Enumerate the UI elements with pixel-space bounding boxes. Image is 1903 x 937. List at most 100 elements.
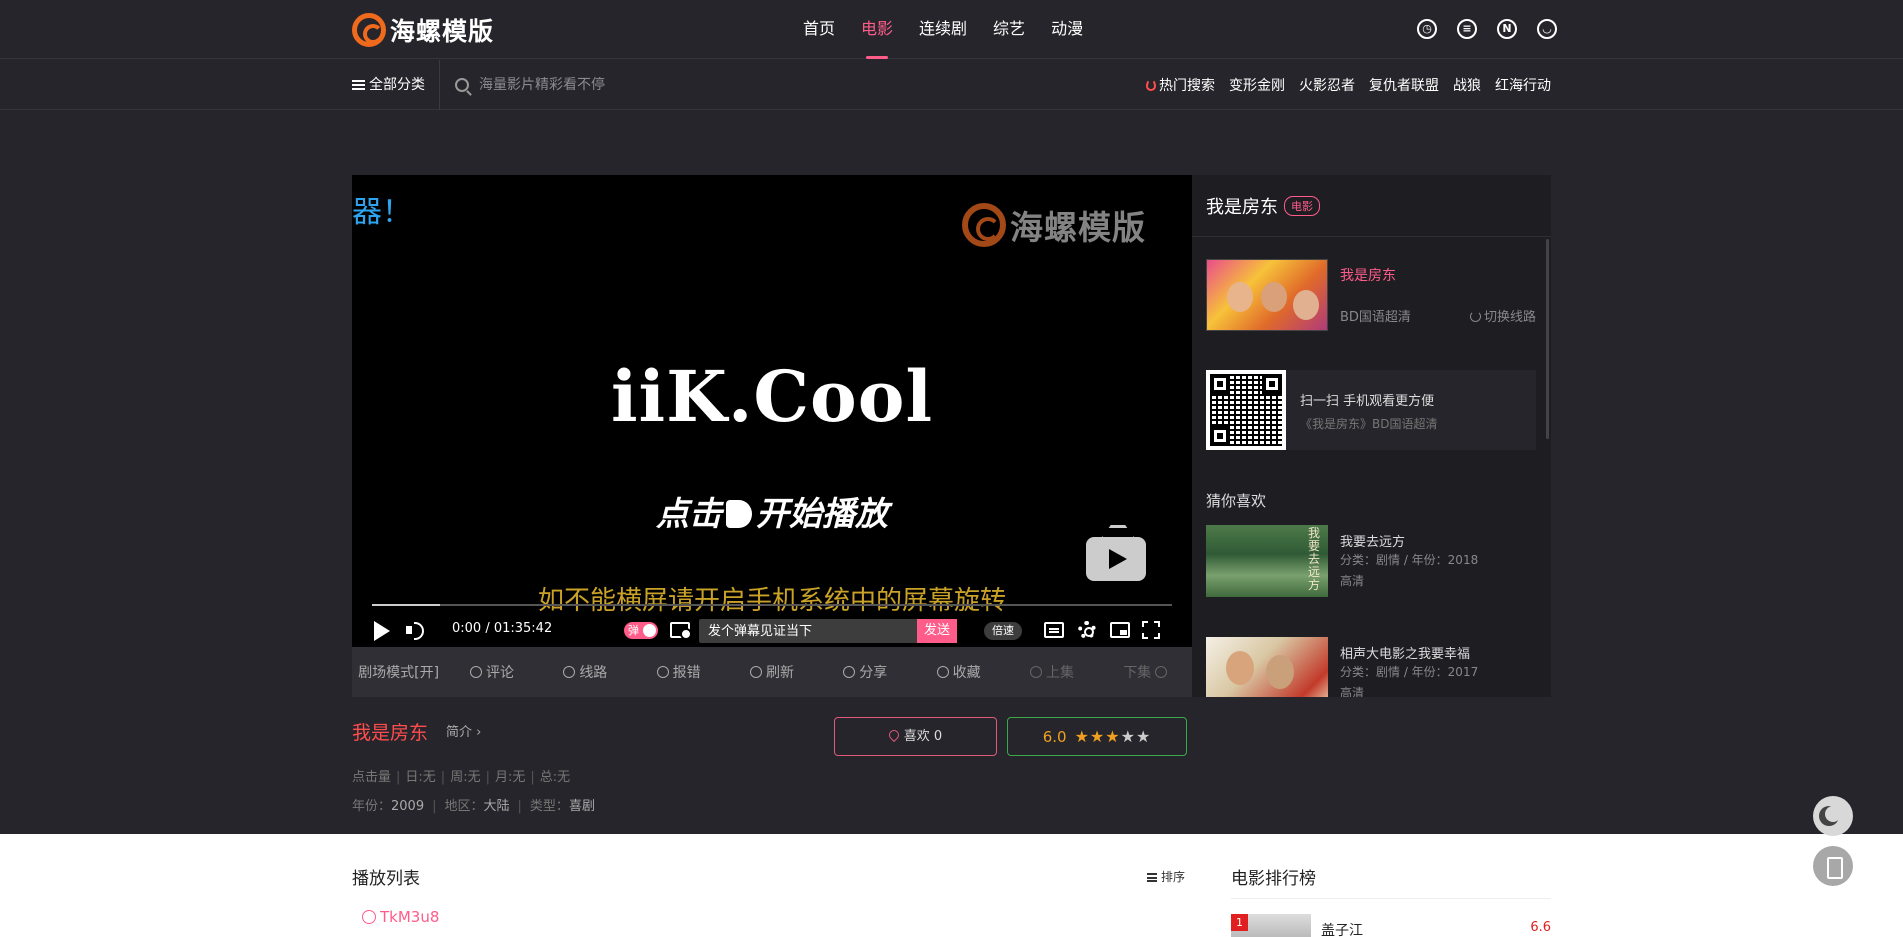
recommend-title: 相声大电影之我要幸福 bbox=[1340, 647, 1471, 662]
ranking-title: 电影排行榜 bbox=[1231, 869, 1316, 889]
video-meta: 年份：2009 | 地区：大陆 | 类型：喜剧 bbox=[352, 799, 595, 814]
click-to-play[interactable]: 点击 开始播放 bbox=[352, 487, 1192, 535]
like-button[interactable]: 喜欢 0 bbox=[834, 717, 997, 756]
action-bar: 剧场模式[开] 评论 线路 报错 刷新 分享 收藏 上集 下集 bbox=[352, 647, 1192, 697]
tv-play-icon[interactable] bbox=[1086, 537, 1146, 581]
comment-icon bbox=[469, 666, 482, 678]
report-button[interactable]: 报错 bbox=[632, 662, 725, 682]
ranking-item[interactable]: 1 盖子江 6.6 bbox=[1231, 914, 1551, 937]
refresh-button[interactable]: 刷新 bbox=[725, 662, 818, 682]
share-button[interactable]: 分享 bbox=[819, 662, 912, 682]
rank-score: 6.6 bbox=[1530, 920, 1551, 935]
watermark-text: 海螺模版 bbox=[1010, 208, 1146, 247]
prev-icon bbox=[1029, 666, 1042, 678]
video-player[interactable]: 器！ 海螺模版 iiK.Cool 点击 开始播放 如不能横屏请开启手机系统中的屏幕… bbox=[352, 175, 1192, 647]
nav-home[interactable]: 首页 bbox=[790, 0, 848, 59]
current-episode[interactable]: 我是房东 BD国语超清 切换线路 bbox=[1206, 259, 1536, 331]
qr-box: 扫一扫 手机观看更方便 《我是房东》BD国语超清 bbox=[1206, 370, 1536, 450]
menu-icon bbox=[352, 78, 365, 92]
side-scrollbar[interactable] bbox=[1546, 239, 1549, 439]
player-controls: 0:00 / 01:35:42 弹 发送 倍速 bbox=[352, 611, 1192, 647]
search-icon[interactable] bbox=[455, 78, 469, 92]
view-stats: 点击量 | 日:无 | 周:无 | 月:无 | 总:无 bbox=[352, 770, 571, 785]
danmu-settings-icon[interactable] bbox=[670, 622, 692, 640]
category-tag: 电影 bbox=[1284, 196, 1320, 216]
heart-icon bbox=[886, 727, 901, 743]
hot-term[interactable]: 变形金刚 bbox=[1229, 75, 1285, 95]
hot-search: 热门搜索 变形金刚 火影忍者 复仇者联盟 战狼 红海行动 bbox=[1146, 60, 1551, 110]
history-icon[interactable]: ◷ bbox=[1417, 19, 1437, 39]
qr-line2: 《我是房东》BD国语超清 bbox=[1300, 417, 1438, 431]
nav-movie[interactable]: 电影 bbox=[848, 0, 906, 59]
sort-icon bbox=[1147, 873, 1157, 882]
gear-icon[interactable] bbox=[1078, 621, 1096, 639]
favorite-button[interactable]: 收藏 bbox=[912, 662, 1005, 682]
recommend-quality: 高清 bbox=[1340, 574, 1365, 588]
danmu-toggle[interactable]: 弹 bbox=[624, 622, 658, 639]
pip-icon[interactable] bbox=[1110, 622, 1130, 638]
recommend-quality: 高清 bbox=[1340, 686, 1365, 697]
lower-section: 播放列表 排序 TkM3u8 电影排行榜 1 盖子江 6.6 bbox=[0, 834, 1903, 937]
speed-button[interactable]: 倍速 bbox=[984, 622, 1022, 640]
recommend-title: 我要去远方 bbox=[1340, 535, 1406, 550]
recommend-meta: 分类：剧情 / 年份：2018 bbox=[1340, 553, 1479, 567]
header-icons: ◷ ≡ N ◡ bbox=[1417, 19, 1557, 39]
star-empty-icon: ★ bbox=[1135, 727, 1152, 746]
phone-icon[interactable] bbox=[1813, 846, 1853, 886]
time-display: 0:00 / 01:35:42 bbox=[452, 621, 553, 636]
nav-anime[interactable]: 动漫 bbox=[1038, 0, 1096, 59]
next-episode-button[interactable]: 下集 bbox=[1099, 662, 1192, 682]
intro-link[interactable]: 简介 › bbox=[446, 721, 481, 740]
qr-line1: 扫一扫 手机观看更方便 bbox=[1300, 394, 1435, 409]
play-icon[interactable] bbox=[374, 621, 390, 641]
route-button[interactable]: 线路 bbox=[539, 662, 632, 682]
recommend-thumbnail bbox=[1206, 637, 1328, 697]
site-logo[interactable]: 海螺模版 bbox=[352, 12, 494, 48]
progress-bar[interactable] bbox=[372, 604, 1172, 606]
notice-icon[interactable]: N bbox=[1497, 19, 1517, 39]
comment-button[interactable]: 评论 bbox=[445, 662, 538, 682]
message-icon[interactable]: ≡ bbox=[1457, 19, 1477, 39]
logo-icon bbox=[352, 13, 386, 47]
main-nav: 首页 电影 连续剧 综艺 动漫 bbox=[790, 0, 1096, 59]
fullscreen-icon[interactable] bbox=[1142, 621, 1160, 639]
hot-term[interactable]: 复仇者联盟 bbox=[1369, 75, 1439, 95]
nav-variety[interactable]: 综艺 bbox=[980, 0, 1038, 59]
moon-icon[interactable] bbox=[1813, 796, 1853, 836]
danmu-input[interactable] bbox=[699, 619, 917, 643]
all-categories-button[interactable]: 全部分类 bbox=[352, 60, 440, 110]
sort-button[interactable]: 排序 bbox=[1147, 868, 1185, 885]
logo-text: 海螺模版 bbox=[390, 17, 495, 46]
chevron-right-icon: › bbox=[476, 725, 482, 740]
user-icon[interactable]: ◡ bbox=[1537, 19, 1557, 39]
recommend-item[interactable]: 我要去远方 分类：剧情 / 年份：2018 高清 bbox=[1206, 525, 1536, 597]
player-brand-text: iiK.Cool bbox=[610, 355, 934, 438]
share-icon bbox=[843, 666, 856, 678]
switch-route-button[interactable]: 切换线路 bbox=[1469, 306, 1536, 325]
hot-term[interactable]: 火影忍者 bbox=[1299, 75, 1355, 95]
sub-bar: 全部分类 热门搜索 变形金刚 火影忍者 复仇者联盟 战狼 红海行动 bbox=[0, 60, 1903, 110]
score-box[interactable]: 6.0 ★★★★★ bbox=[1007, 717, 1187, 756]
current-title: 我是房东 bbox=[1340, 268, 1396, 284]
year-value: 2009 bbox=[391, 799, 425, 814]
recommend-thumbnail bbox=[1206, 525, 1328, 597]
subtitle-icon[interactable] bbox=[1044, 622, 1064, 638]
current-quality: BD国语超清 bbox=[1340, 310, 1411, 325]
recommend-item[interactable]: 相声大电影之我要幸福 分类：剧情 / 年份：2017 高清 bbox=[1206, 637, 1536, 697]
theater-mode-button[interactable]: 剧场模式[开] bbox=[352, 662, 445, 682]
area-value[interactable]: 大陆 bbox=[484, 799, 510, 814]
source-tab[interactable]: TkM3u8 bbox=[362, 908, 439, 926]
genre-value[interactable]: 喜剧 bbox=[569, 799, 595, 814]
divider bbox=[1231, 898, 1551, 899]
player-watermark: 海螺模版 bbox=[962, 201, 1146, 249]
hot-term[interactable]: 红海行动 bbox=[1495, 75, 1551, 95]
danmu-send-button[interactable]: 发送 bbox=[917, 619, 957, 643]
hot-term[interactable]: 战狼 bbox=[1453, 75, 1481, 95]
nav-series[interactable]: 连续剧 bbox=[906, 0, 980, 59]
star-filled-icon: ★ bbox=[1089, 727, 1106, 746]
progress-fill bbox=[372, 604, 440, 606]
volume-icon[interactable] bbox=[406, 621, 426, 640]
score-value: 6.0 bbox=[1042, 728, 1067, 746]
search-input[interactable] bbox=[479, 77, 779, 93]
prev-episode-button[interactable]: 上集 bbox=[1005, 662, 1098, 682]
